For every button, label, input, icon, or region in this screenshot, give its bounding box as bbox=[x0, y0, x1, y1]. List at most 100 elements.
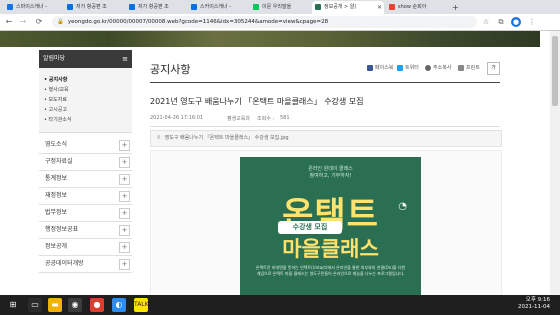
task-view-icon[interactable]: ▭ bbox=[28, 298, 42, 312]
site-banner-image bbox=[0, 31, 540, 47]
tab-favicon-icon bbox=[315, 3, 321, 10]
app-icon[interactable]: ● bbox=[90, 298, 104, 312]
scrollbar-thumb[interactable] bbox=[552, 36, 558, 106]
copy-url-button[interactable]: 주소복사 bbox=[425, 64, 451, 71]
tab-label: 스카이스캐너 - bbox=[200, 4, 231, 10]
sidebar-item-label: 행정정보공표 bbox=[45, 226, 79, 233]
clock-time: 오후 9:16 bbox=[525, 297, 550, 303]
sidebar-item-label: 법무정보 bbox=[45, 209, 68, 216]
close-tab-icon[interactable]: ✕ bbox=[377, 1, 382, 14]
tab-label: 저가 항공편 조 bbox=[138, 4, 169, 10]
sidebar-item-label: 정보공개 bbox=[45, 243, 68, 250]
tab-favicon-icon bbox=[7, 3, 13, 10]
sidebar-subitem-announcements[interactable]: • 고시공고 bbox=[44, 106, 67, 113]
post-date: 2021-04-26 17:16:01 bbox=[150, 115, 204, 121]
sidebar-subitem-other-agencies[interactable]: • 타기관소식 bbox=[44, 116, 72, 123]
windows-start-icon[interactable]: ⊞ bbox=[6, 298, 20, 312]
browser-tab[interactable]: 저가 항공편 조 bbox=[64, 1, 124, 14]
expand-plus-icon[interactable]: + bbox=[119, 259, 130, 270]
print-button[interactable]: 프린트 bbox=[458, 64, 480, 71]
tab-label: 스마이스캐너 - bbox=[16, 4, 47, 10]
share-label: 페이스북 bbox=[375, 65, 394, 71]
meta-divider bbox=[150, 126, 500, 127]
menu-icon[interactable]: ⋮ bbox=[527, 17, 537, 27]
system-clock[interactable]: 오후 9:16 2021-11-04 bbox=[518, 297, 550, 311]
post-views-label: 조회수 : bbox=[257, 116, 275, 122]
browser-tab[interactable]: 이문 우리말을 bbox=[250, 1, 310, 14]
sidebar-item-statistics[interactable]: 통계정보 + bbox=[39, 171, 132, 188]
tab-favicon-icon bbox=[389, 3, 395, 10]
sidebar-item-yeongdo-news[interactable]: 영도소식 + bbox=[39, 137, 132, 154]
sidebar-item-label: 통계정보 bbox=[45, 175, 68, 182]
poster-description: 온택트란 비대면을 뜻하는 언택트(Untact)에서 온라인을 통한 외부와의… bbox=[255, 265, 406, 276]
browser-tab[interactable]: 스마이스캐너 - bbox=[4, 1, 62, 14]
browser-tab[interactable]: 저가 항공편 조 bbox=[126, 1, 186, 14]
post-views-count: 581 bbox=[280, 115, 290, 121]
sidebar-item-label: 재정정보 bbox=[45, 192, 68, 199]
post-department: 평생교육과 bbox=[227, 116, 251, 122]
expand-plus-icon[interactable]: + bbox=[119, 140, 130, 151]
text-size-button[interactable]: 가 bbox=[487, 62, 500, 75]
expand-plus-icon[interactable]: + bbox=[119, 174, 130, 185]
twitter-share-button[interactable]: 트위터 bbox=[397, 64, 419, 71]
back-button[interactable]: ← bbox=[4, 17, 14, 27]
share-label: 프린트 bbox=[466, 65, 480, 71]
tab-label: 정보공개 > 알( bbox=[324, 4, 357, 10]
title-divider bbox=[150, 82, 500, 83]
poster-subheadline: 마을클래스 bbox=[282, 237, 379, 261]
tab-label: show 순회아 bbox=[398, 4, 427, 10]
page-title: 공지사항 bbox=[150, 63, 191, 76]
extension-icon[interactable]: ⧉ bbox=[496, 17, 506, 27]
poster-line2: 참여하고, 기부하자! bbox=[309, 173, 352, 179]
tab-favicon-icon bbox=[253, 3, 259, 10]
clock-date: 2021-11-04 bbox=[518, 304, 550, 310]
forward-button[interactable]: → bbox=[18, 17, 28, 27]
facebook-share-button[interactable]: 페이스북 bbox=[367, 64, 393, 71]
expand-plus-icon[interactable]: + bbox=[119, 208, 130, 219]
poster-line1: 온라인 원데이 클래스 bbox=[308, 166, 353, 172]
expand-plus-icon[interactable]: + bbox=[119, 242, 130, 253]
url-text: yeongdo.go.kr/00000/00007/00008.web?gcod… bbox=[67, 19, 329, 25]
browser-tab[interactable]: show 순회아 bbox=[386, 1, 446, 14]
tab-label: 저가 항공편 조 bbox=[76, 4, 107, 10]
sidebar-item-label: 구정자료실 bbox=[45, 158, 73, 165]
tab-favicon-icon bbox=[191, 3, 197, 10]
printer-icon bbox=[458, 64, 464, 71]
sidebar-header: 알림마당 ≡ bbox=[39, 50, 132, 68]
profile-icon[interactable]: ● bbox=[511, 17, 521, 27]
wifi-icon: ◔ bbox=[398, 201, 407, 212]
chrome-icon[interactable]: ◉ bbox=[68, 298, 82, 312]
tab-favicon-icon bbox=[67, 3, 73, 10]
bookmark-star-icon[interactable]: ☆ bbox=[481, 17, 491, 27]
browser-tab-active[interactable]: 정보공개 > 알( ✕ bbox=[312, 1, 384, 14]
sidebar-subitem-events[interactable]: • 행사/교육 bbox=[44, 86, 69, 93]
expand-plus-icon[interactable]: + bbox=[119, 157, 130, 168]
browser-tab[interactable]: 스카이스캐너 - bbox=[188, 1, 248, 14]
facebook-icon bbox=[367, 64, 373, 71]
sidebar-item-open-data[interactable]: 공공데이터개방 + bbox=[39, 256, 132, 273]
edge-icon[interactable]: ◐ bbox=[112, 298, 126, 312]
sidebar-item-archive[interactable]: 구정자료실 + bbox=[39, 154, 132, 171]
post-title: 2021년 영도구 배움나누기 「온택트 마을클래스」 수강생 모집 bbox=[150, 97, 364, 106]
sidebar-item-label: 공공데이터개방 bbox=[45, 260, 84, 267]
expand-plus-icon[interactable]: + bbox=[119, 225, 130, 236]
sidebar-item-info-disclosure[interactable]: 정보공개 + bbox=[39, 239, 132, 256]
file-explorer-icon[interactable]: ▬ bbox=[48, 298, 62, 312]
sidebar-item-finance[interactable]: 재정정보 + bbox=[39, 188, 132, 205]
share-label: 트위터 bbox=[405, 65, 419, 71]
sidebar-subitem-press[interactable]: • 보도자료 bbox=[44, 96, 67, 103]
link-icon bbox=[425, 64, 431, 71]
address-bar[interactable]: 🔒 yeongdo.go.kr/00000/00007/00008.web?gco… bbox=[52, 16, 477, 28]
attachment-filename[interactable]: 영도구 배움나누기 「온택트 마을클래스」 수강생 모집.jpg bbox=[165, 135, 289, 141]
sidebar-item-legal[interactable]: 법무정보 + bbox=[39, 205, 132, 222]
attachment-row[interactable]: ⚲ 영도구 배움나누기 「온택트 마을클래스」 수강생 모집.jpg bbox=[150, 130, 502, 147]
sidebar-subitem-notice[interactable]: • 공지사항 bbox=[44, 76, 67, 83]
paperclip-icon: ⚲ bbox=[157, 135, 161, 141]
kakaotalk-icon[interactable]: TALK bbox=[134, 298, 149, 312]
new-tab-button[interactable]: + bbox=[452, 1, 459, 14]
poster-image: 온라인 원데이 클래스 참여하고, 기부하자! 온택트 ◔ 수강생 모집 마을클… bbox=[240, 157, 421, 295]
expand-plus-icon[interactable]: + bbox=[119, 191, 130, 202]
tab-favicon-icon bbox=[129, 3, 135, 10]
sidebar-item-admin-disclosure[interactable]: 행정정보공표 + bbox=[39, 222, 132, 239]
reload-button[interactable]: ⟳ bbox=[34, 17, 44, 27]
